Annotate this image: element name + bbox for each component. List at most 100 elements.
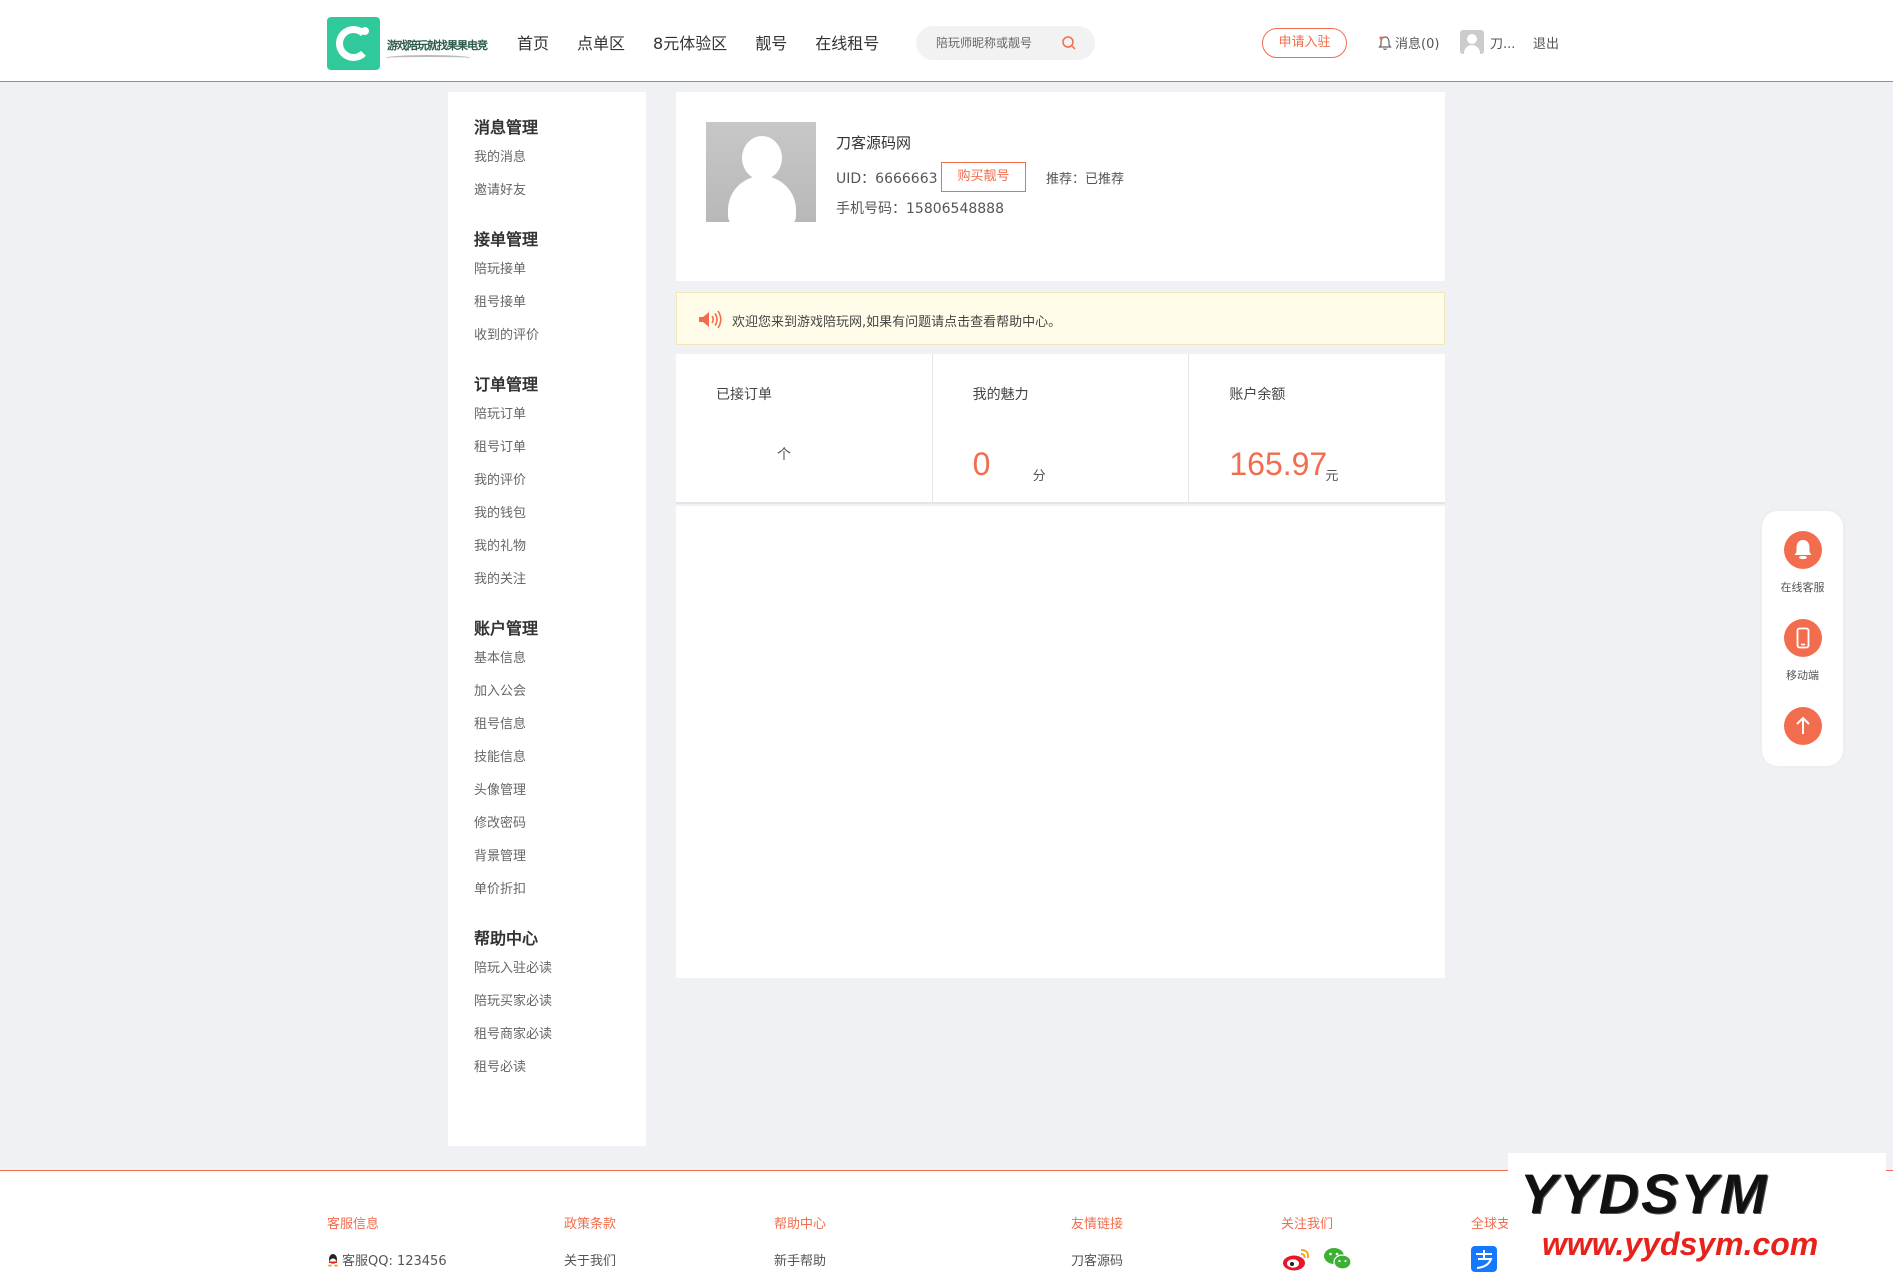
notice-text[interactable]: 欢迎您来到游戏陪玩网,如果有问题请点击查看帮助中心。: [732, 311, 1061, 330]
stat-charm-label: 我的魅力: [972, 387, 1029, 403]
stat-charm-unit: 分: [1032, 469, 1046, 484]
speaker-icon: [699, 310, 722, 329]
sidebar-group-account: 账户管理 基本信息 加入公会 租号信息 技能信息 头像管理 修改密码 背景管理 …: [474, 615, 646, 906]
sidebar-group-title: 接单管理: [474, 230, 539, 249]
nav-premium-id[interactable]: 靓号: [755, 30, 787, 54]
footer-col-policy: 政策条款 关于我们: [564, 1213, 616, 1269]
footer-title: 关注我们: [1281, 1217, 1334, 1232]
qq-icon: [328, 1253, 338, 1266]
sidebar-item-rental-info[interactable]: 租号信息: [474, 708, 646, 741]
footer-title: 客服信息: [327, 1217, 380, 1232]
buy-premium-id-button[interactable]: 购买靓号: [941, 162, 1026, 192]
logo-swoosh: [385, 55, 471, 61]
footer-col-links: 友情链接 刀客源码: [1071, 1213, 1123, 1269]
footer-beginner-help[interactable]: 新手帮助: [774, 1250, 826, 1269]
messages-label: 消息(0): [1395, 37, 1440, 52]
sidebar-item-my-reviews[interactable]: 我的评价: [474, 464, 646, 497]
alipay-icon[interactable]: [1471, 1246, 1501, 1272]
sidebar-item-companion-orders[interactable]: 陪玩订单: [474, 398, 646, 431]
sidebar-item-received-reviews[interactable]: 收到的评价: [474, 319, 646, 352]
stat-orders: 已接订单 个: [676, 354, 933, 502]
back-to-top-button[interactable]: [1762, 707, 1843, 745]
sidebar-item-my-gifts[interactable]: 我的礼物: [474, 530, 646, 563]
nav-account-rental[interactable]: 在线租号: [815, 30, 879, 54]
sidebar-item-price-discount[interactable]: 单价折扣: [474, 873, 646, 906]
sidebar-item-my-wallet[interactable]: 我的钱包: [474, 497, 646, 530]
sidebar-item-change-password[interactable]: 修改密码: [474, 807, 646, 840]
footer-qq[interactable]: 客服QQ: 123456: [327, 1250, 447, 1269]
watermark-url: www.yydsym.com: [1542, 1226, 1819, 1262]
footer-col-global-pay: 全球支: [1471, 1213, 1510, 1272]
watermark: YYDSYM www.yydsym.com: [1508, 1153, 1886, 1272]
nav-trial-zone[interactable]: 8元体验区: [653, 30, 727, 54]
online-service-button[interactable]: 在线客服: [1762, 531, 1843, 595]
messages-link[interactable]: 消息(0): [1378, 33, 1439, 52]
nav-order-zone[interactable]: 点单区: [577, 30, 625, 54]
sidebar-item-join-guild[interactable]: 加入公会: [474, 675, 646, 708]
user-avatar-icon: [1460, 30, 1484, 54]
logout-link[interactable]: 退出: [1533, 33, 1559, 52]
username: 刀...: [1490, 36, 1516, 52]
bell-icon: [1378, 35, 1392, 50]
search-input[interactable]: [936, 34, 1061, 52]
arrow-up-icon: [1783, 707, 1822, 745]
sidebar-item-invite-friends[interactable]: 邀请好友: [474, 174, 646, 207]
sidebar-item-skill-info[interactable]: 技能信息: [474, 741, 646, 774]
sidebar-item-companion-buyer-guide[interactable]: 陪玩买家必读: [474, 985, 646, 1018]
sidebar-group-messages: 消息管理 我的消息 邀请好友: [474, 114, 646, 207]
profile-name: 刀客源码网: [836, 134, 912, 152]
sidebar-item-rental-guide[interactable]: 租号必读: [474, 1051, 646, 1084]
sidebar-group-title: 订单管理: [474, 375, 539, 394]
sidebar-item-basic-info[interactable]: 基本信息: [474, 642, 646, 675]
wechat-icon[interactable]: [1323, 1246, 1353, 1272]
profile-avatar[interactable]: [706, 122, 816, 222]
sidebar-item-avatar-manage[interactable]: 头像管理: [474, 774, 646, 807]
sidebar-item-companion-join-guide[interactable]: 陪玩入驻必读: [474, 952, 646, 985]
payment-icons: [1471, 1246, 1510, 1272]
sidebar-group-orders: 订单管理 陪玩订单 租号订单 我的评价 我的钱包 我的礼物 我的关注: [474, 371, 646, 596]
sidebar-group-title: 消息管理: [474, 118, 539, 137]
nav-home[interactable]: 首页: [517, 30, 549, 54]
profile-uid: UID：6666663: [836, 171, 938, 187]
mobile-label: 移动端: [1786, 669, 1819, 682]
watermark-top: YYDSYM: [1520, 1162, 1769, 1225]
top-header: 游戏陪玩就找果果电竞 首页 点单区 8元体验区 靓号 在线租号 申请入驻 消息(…: [0, 0, 1893, 82]
sidebar-item-rental-merchant-guide[interactable]: 租号商家必读: [474, 1018, 646, 1051]
mobile-phone-icon: [1783, 619, 1822, 657]
sidebar: 消息管理 我的消息 邀请好友 接单管理 陪玩接单 租号接单 收到的评价 订单管理…: [448, 92, 646, 1146]
footer-col-help: 帮助中心 新手帮助: [774, 1213, 826, 1269]
search-icon[interactable]: [1061, 35, 1077, 51]
user-menu[interactable]: 刀...: [1460, 30, 1515, 54]
footer-qq-text: 客服QQ: 123456: [342, 1254, 447, 1269]
footer-about-us[interactable]: 关于我们: [564, 1250, 616, 1269]
footer-col-service: 客服信息 客服QQ: 123456: [327, 1213, 447, 1269]
stat-orders-value: 个: [777, 447, 791, 463]
profile-phone: 手机号码：15806548888: [836, 201, 1004, 217]
logo-text: 游戏陪玩就找果果电竞: [387, 39, 488, 52]
stat-balance-label: 账户余额: [1229, 387, 1286, 403]
stat-balance-unit: 元: [1325, 469, 1339, 484]
sidebar-item-companion-accept[interactable]: 陪玩接单: [474, 253, 646, 286]
sidebar-group-title: 账户管理: [474, 619, 539, 638]
social-icons: [1281, 1246, 1353, 1272]
sidebar-item-my-follows[interactable]: 我的关注: [474, 563, 646, 596]
footer-title: 政策条款: [564, 1217, 617, 1232]
mobile-button[interactable]: 移动端: [1762, 619, 1843, 683]
sidebar-item-rental-orders[interactable]: 租号订单: [474, 431, 646, 464]
stat-balance: 账户余额 165.97 元: [1189, 354, 1445, 502]
footer-title: 帮助中心: [774, 1217, 827, 1232]
main-content-area: [676, 506, 1445, 978]
weibo-icon[interactable]: [1281, 1246, 1311, 1272]
sidebar-item-rental-accept[interactable]: 租号接单: [474, 286, 646, 319]
main-nav: 首页 点单区 8元体验区 靓号 在线租号: [517, 30, 907, 54]
stat-charm-value: 0: [972, 446, 991, 482]
apply-join-button[interactable]: 申请入驻: [1262, 28, 1347, 58]
sidebar-item-background-manage[interactable]: 背景管理: [474, 840, 646, 873]
online-service-icon: [1783, 531, 1822, 569]
footer-friend-link[interactable]: 刀客源码: [1071, 1250, 1123, 1269]
sidebar-item-my-messages[interactable]: 我的消息: [474, 141, 646, 174]
site-logo[interactable]: 游戏陪玩就找果果电竞: [327, 17, 488, 70]
floating-toolbar: 在线客服 移动端: [1762, 511, 1843, 766]
sidebar-group-title: 帮助中心: [474, 929, 539, 948]
profile-recommend-status: 推荐：已推荐: [1046, 172, 1125, 187]
